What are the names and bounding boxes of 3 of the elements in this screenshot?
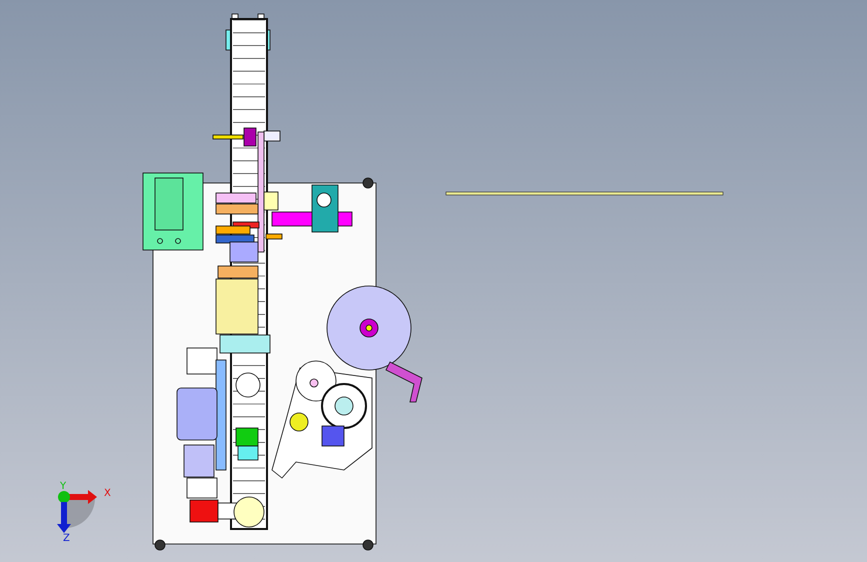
- axis-label: Y: [60, 481, 66, 492]
- axis-label: X: [104, 488, 111, 499]
- axis-label: Z: [63, 533, 70, 544]
